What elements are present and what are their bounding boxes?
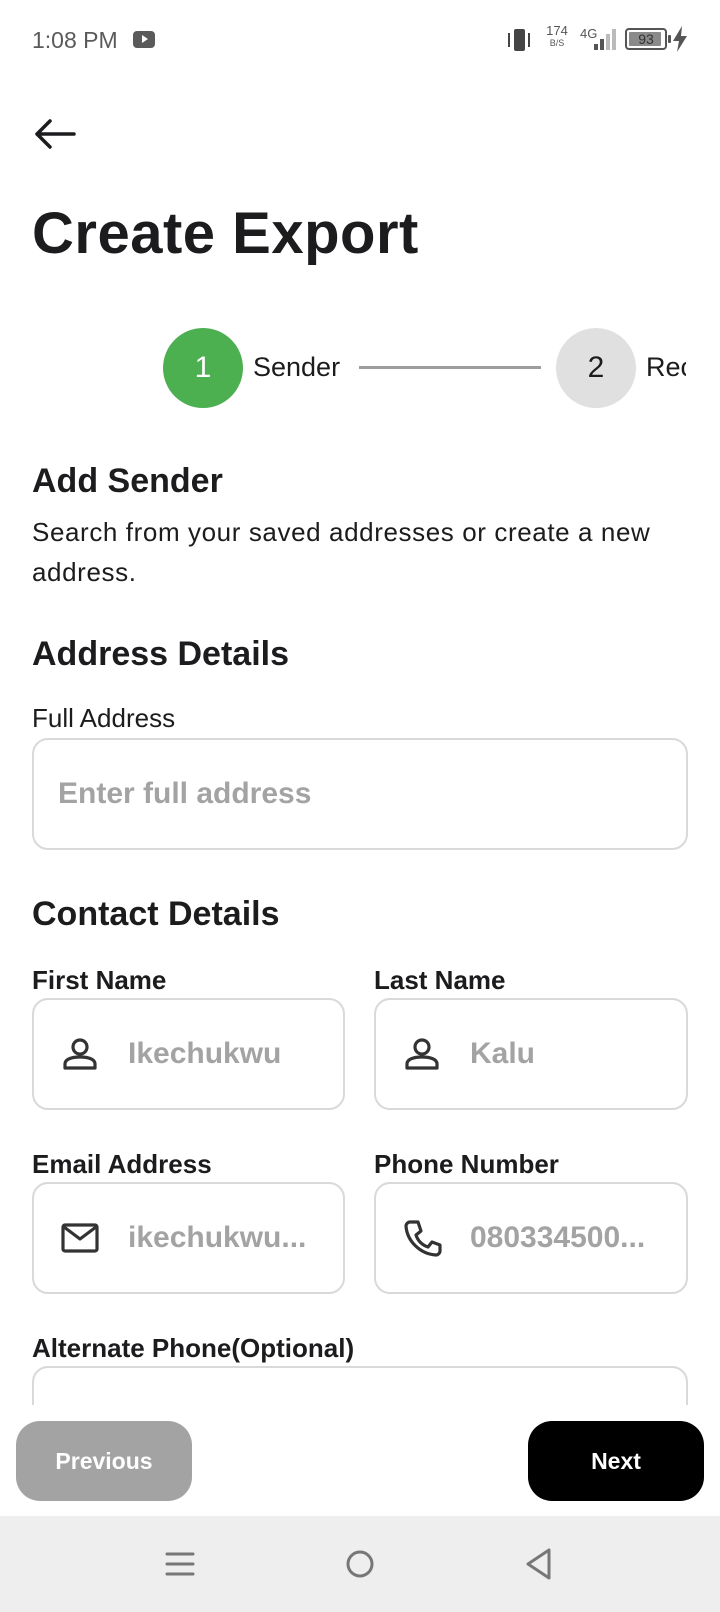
step-1-label: Sender (253, 352, 341, 382)
step-connector (359, 366, 541, 369)
alternate-phone-input[interactable] (32, 1366, 688, 1405)
phone-placeholder: 080334500... (470, 1221, 646, 1254)
step-2-label: Receiver (646, 352, 686, 382)
first-name-input[interactable]: Ikechukwu (32, 998, 345, 1110)
full-address-input[interactable]: Enter full address (32, 738, 688, 850)
email-label: Email Address (32, 1149, 212, 1179)
network-speed-unit: B/S (549, 38, 565, 48)
phone-input[interactable]: 080334500... (374, 1182, 688, 1294)
add-sender-title: Add Sender (32, 462, 223, 500)
add-sender-description: Search from your saved addresses or crea… (32, 517, 651, 587)
youtube-notification-icon (133, 31, 155, 48)
status-bar: 1:08 PM 174 B/S 4G 93 (0, 0, 720, 80)
address-details-title: Address Details (32, 635, 289, 673)
first-name-placeholder: Ikechukwu (128, 1037, 282, 1070)
arrow-left-icon (35, 119, 76, 149)
person-icon (63, 1038, 97, 1070)
previous-button[interactable]: Previous (16, 1421, 192, 1501)
network-speed-value: 174 (546, 23, 568, 38)
contact-details-title: Contact Details (32, 895, 280, 933)
person-icon (405, 1038, 439, 1070)
back-button[interactable] (30, 112, 80, 156)
alternate-phone-clip (32, 1366, 688, 1405)
phone-label: Phone Number (374, 1149, 559, 1179)
first-name-label: First Name (32, 965, 167, 995)
charging-icon (673, 26, 687, 52)
signal-icon (594, 28, 618, 50)
menu-icon[interactable] (160, 1544, 200, 1584)
back-nav-icon[interactable] (520, 1544, 560, 1584)
page-title: Create Export (32, 201, 419, 266)
last-name-input[interactable]: Kalu (374, 998, 688, 1110)
full-address-placeholder: Enter full address (58, 777, 312, 810)
network-speed: 174 B/S (543, 24, 571, 48)
last-name-label: Last Name (374, 965, 506, 995)
battery-level: 93 (638, 31, 654, 47)
email-input[interactable]: ikechukwu... (32, 1182, 345, 1294)
email-placeholder: ikechukwu... (128, 1221, 307, 1254)
next-button[interactable]: Next (528, 1421, 704, 1501)
phone-icon (404, 1220, 442, 1257)
full-address-label: Full Address (32, 703, 176, 733)
battery-icon: 93 (625, 28, 671, 50)
last-name-placeholder: Kalu (470, 1037, 536, 1070)
system-nav-bar (0, 1516, 720, 1612)
step-2-indicator: 2 (556, 328, 636, 408)
home-icon[interactable] (340, 1544, 380, 1584)
step-1-indicator: 1 (163, 328, 243, 408)
status-time: 1:08 PM (32, 27, 118, 53)
vibrate-icon (506, 28, 532, 52)
alternate-phone-label: Alternate Phone(Optional) (32, 1333, 355, 1363)
mail-icon (61, 1223, 99, 1253)
